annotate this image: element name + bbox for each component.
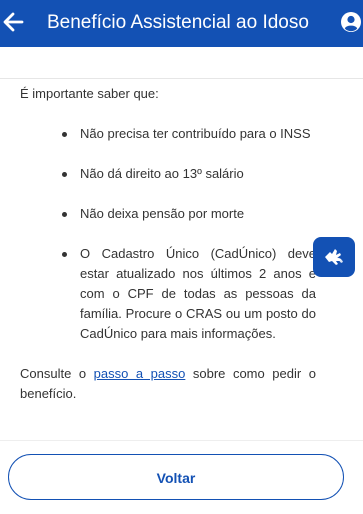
hand-sign-language-icon	[325, 249, 343, 265]
app-header: Benefício Assistencial ao Idoso	[0, 0, 363, 47]
info-list: Não precisa ter contribuído para o INSS …	[20, 124, 316, 344]
list-item-text: Não deixa pensão por morte	[80, 206, 245, 221]
list-item: O Cadastro Único (CadÚnico) deve estar a…	[20, 244, 316, 344]
consult-text: Consulte o passo a passo sobre como pedi…	[20, 364, 316, 404]
bullet-icon	[62, 212, 67, 217]
list-item-text: Não precisa ter contribuído para o INSS	[80, 126, 311, 141]
list-item-text: Não dá direito ao 13º salário	[80, 166, 244, 181]
footer-divider	[0, 440, 363, 441]
arrow-left-icon[interactable]	[2, 11, 24, 33]
list-item-text: O Cadastro Único (CadÚnico) deve estar a…	[80, 246, 316, 341]
content-body: É importante saber que: Não precisa ter …	[20, 84, 316, 404]
accessibility-button[interactable]	[313, 237, 355, 277]
list-item: Não precisa ter contribuído para o INSS	[20, 124, 316, 144]
consult-prefix: Consulte o	[20, 366, 87, 381]
content-divider	[0, 78, 363, 79]
user-circle-icon[interactable]	[341, 12, 361, 32]
bullet-icon	[62, 132, 67, 137]
list-item: Não deixa pensão por morte	[20, 204, 316, 224]
page-title: Benefício Assistencial ao Idoso	[47, 12, 309, 33]
intro-text: É importante saber que:	[20, 86, 159, 101]
bullet-icon	[62, 252, 67, 257]
list-item: Não dá direito ao 13º salário	[20, 164, 316, 184]
bullet-icon	[62, 172, 67, 177]
passo-a-passo-link[interactable]: passo a passo	[94, 366, 186, 381]
voltar-button[interactable]: Voltar	[8, 454, 344, 500]
